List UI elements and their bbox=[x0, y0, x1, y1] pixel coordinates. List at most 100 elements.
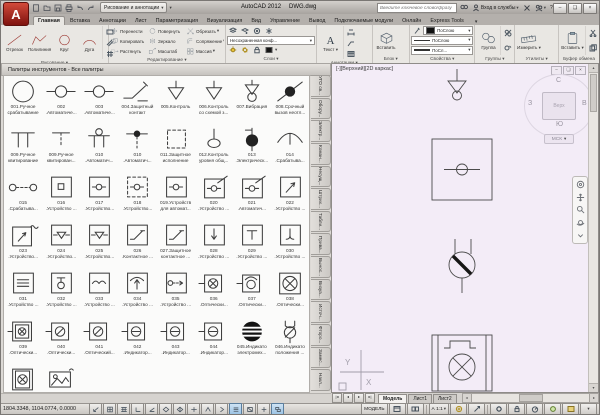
layer-color-swatch[interactable] bbox=[263, 45, 274, 56]
toggle-polar-tracking[interactable] bbox=[145, 403, 158, 415]
palette-tab-7[interactable]: Табли... bbox=[311, 211, 331, 233]
ribbon-button-rotate[interactable]: Повернуть bbox=[148, 26, 186, 36]
plot-button[interactable] bbox=[64, 3, 74, 13]
symbol-optical-indicator[interactable] bbox=[449, 239, 475, 293]
ribbon-button-copy[interactable]: Копировать bbox=[110, 36, 148, 46]
orbit-icon[interactable] bbox=[576, 218, 585, 227]
ungroup-icon[interactable] bbox=[502, 28, 513, 39]
toggle-dynamic-ucs[interactable] bbox=[201, 403, 214, 415]
symbol-device-box[interactable] bbox=[432, 139, 492, 200]
wcs-dropdown[interactable]: МСК▾ bbox=[544, 134, 574, 144]
ribbon-tab-10[interactable]: Подключаемые модули bbox=[330, 17, 397, 26]
palette-item-extra-50[interactable] bbox=[42, 367, 80, 393]
palette-item-026[interactable]: 026.Контактное ... bbox=[118, 223, 156, 271]
toggle-object-snap[interactable] bbox=[159, 403, 172, 415]
ribbon-button-arc[interactable]: Дуга bbox=[77, 26, 102, 59]
help-search-input[interactable] bbox=[377, 3, 457, 13]
palette-tab-10[interactable]: Визуа... bbox=[311, 279, 331, 301]
annotation-visibility-button[interactable] bbox=[450, 403, 467, 415]
palette-item-023[interactable]: 023.Устройство... bbox=[4, 223, 42, 271]
palette-tab-14[interactable]: Накл... bbox=[311, 369, 331, 391]
palette-item-024[interactable]: 024.Устройство... bbox=[42, 223, 80, 271]
palette-item-016[interactable]: 016.Устройство ... bbox=[42, 175, 80, 223]
ribbon-button-mirror[interactable]: Зеркало bbox=[148, 36, 186, 46]
palette-item-027[interactable]: 027.Защитноеконтактное ... bbox=[157, 223, 195, 271]
palette-item-005[interactable]: 005.Контроль bbox=[157, 79, 195, 127]
palette-item-034[interactable]: 034.Устройство ... bbox=[118, 271, 156, 319]
palette-item-extra-49[interactable] bbox=[4, 367, 42, 393]
ribbon-button-array[interactable]: Массив▾ bbox=[186, 46, 224, 56]
text-button[interactable]: А Текст ▾ bbox=[318, 26, 343, 59]
ribbon-tab-5[interactable]: Параметризация bbox=[152, 17, 202, 26]
annotation-scale-button[interactable]: А 1:1▾ bbox=[429, 403, 449, 415]
palette-item-041[interactable]: 041.Оптический... bbox=[80, 319, 118, 367]
cut-icon[interactable] bbox=[587, 28, 598, 39]
toggle-infer-constraints[interactable] bbox=[89, 403, 102, 415]
palette-tab-11[interactable]: Источ... bbox=[311, 301, 331, 323]
coordinates-readout[interactable]: 1804.3348, 1104.0774, 0.0000 bbox=[3, 406, 89, 412]
qat-customize-button[interactable]: ▾ bbox=[169, 5, 171, 11]
sun-icon[interactable] bbox=[239, 45, 250, 56]
viewcube-east[interactable]: В bbox=[582, 100, 587, 107]
insert-block-button[interactable]: Вставить bbox=[374, 26, 399, 55]
layout-tab-лист2[interactable]: Лист2 bbox=[433, 394, 457, 403]
ribbon-button-circle[interactable]: Круг bbox=[52, 26, 77, 59]
toolbar-lock-button[interactable] bbox=[508, 403, 525, 415]
toggle-selection-cycling[interactable] bbox=[271, 403, 284, 415]
panel-label-utilities[interactable]: Утилиты ▾ bbox=[515, 55, 558, 63]
vertical-scroll-thumb[interactable] bbox=[590, 74, 597, 112]
undo-button[interactable] bbox=[75, 3, 85, 13]
palette-item-014[interactable]: 014.Срабатыва... bbox=[271, 127, 309, 175]
palette-tab-6[interactable]: Штрих... bbox=[311, 188, 331, 210]
palette-item-012[interactable]: 012.Контрольуровня общ... bbox=[195, 127, 233, 175]
search-button[interactable] bbox=[459, 4, 469, 13]
palette-item-040[interactable]: 040.Оптически... bbox=[42, 319, 80, 367]
sign-in-button[interactable]: Вход в службы▾ bbox=[471, 4, 520, 13]
palette-tab-1[interactable]: УГО св... bbox=[311, 75, 331, 97]
palette-item-020[interactable]: 020.Устройство ... bbox=[195, 175, 233, 223]
ribbon-tab-6[interactable]: Визуализация bbox=[203, 17, 246, 26]
ribbon-tab-12[interactable]: Express Tools bbox=[426, 17, 467, 26]
panel-label-modify[interactable]: Редактирование ▾ bbox=[109, 56, 225, 63]
minimize-button[interactable]: – bbox=[553, 3, 567, 14]
linetype-dropdown[interactable]: ПоСлою▾ bbox=[411, 36, 473, 45]
ribbon-tab-4[interactable]: Лист bbox=[131, 17, 151, 26]
toggle-snap-mode[interactable] bbox=[103, 403, 116, 415]
zoom-icon[interactable] bbox=[576, 205, 585, 214]
palette-item-030[interactable]: 030.Устройство ... bbox=[271, 223, 309, 271]
palette-item-038[interactable]: 038.Оптически... bbox=[271, 271, 309, 319]
palette-item-032[interactable]: 032.Устройство ... bbox=[42, 271, 80, 319]
palette-item-006[interactable]: 006.Контрольсо схемой з... bbox=[195, 79, 233, 127]
palette-tab-12[interactable]: Фторо... bbox=[311, 324, 331, 346]
palette-item-001[interactable]: 001.Ручноесрабатывание bbox=[4, 79, 42, 127]
ribbon-tab-8[interactable]: Управление bbox=[266, 17, 304, 26]
lock-icon[interactable] bbox=[251, 45, 262, 56]
ribbon-tab-1[interactable]: Главная bbox=[33, 16, 65, 26]
next-tab-button[interactable]: ▸ bbox=[354, 393, 364, 403]
ribbon-button-scale[interactable]: Масштаб bbox=[148, 46, 186, 56]
palette-item-033[interactable]: 033.Устройство ... bbox=[80, 271, 118, 319]
symbol-lamp-fixture[interactable] bbox=[432, 335, 492, 391]
palette-item-011[interactable]: 011.Защитноеисполнение bbox=[157, 127, 195, 175]
palette-item-025[interactable]: 025.Устройство... bbox=[80, 223, 118, 271]
palette-item-035[interactable]: 035.Устройство ... bbox=[157, 271, 195, 319]
ribbon-button-move[interactable]: Перенести bbox=[110, 26, 148, 36]
toggle-quick-properties[interactable] bbox=[257, 403, 270, 415]
navbar-more-icon[interactable] bbox=[576, 231, 585, 240]
palette-item-029[interactable]: 029.Устройство ... bbox=[233, 223, 271, 271]
pan-icon[interactable] bbox=[576, 193, 585, 202]
table-tool-icon[interactable] bbox=[345, 48, 356, 59]
layer-state-icon[interactable] bbox=[239, 26, 250, 37]
communication-center-button[interactable]: ▾ bbox=[534, 4, 547, 13]
quick-view-drawings-button[interactable] bbox=[407, 403, 424, 415]
palette-tab-13[interactable]: Замес... bbox=[311, 347, 331, 369]
last-tab-button[interactable]: ▸| bbox=[365, 393, 375, 403]
palette-tab-5[interactable]: Несущ... bbox=[311, 166, 331, 188]
measure-button[interactable]: Измерить ▾ bbox=[516, 26, 541, 55]
viewcube-top-face[interactable]: Верх bbox=[542, 92, 576, 120]
prev-tab-button[interactable]: ◂ bbox=[343, 393, 353, 403]
match-properties-icon[interactable] bbox=[411, 25, 422, 36]
leader-tool-icon[interactable] bbox=[345, 37, 356, 48]
palette-tab-4[interactable]: Коман... bbox=[311, 143, 331, 165]
layer-freeze-icon[interactable] bbox=[263, 26, 274, 37]
